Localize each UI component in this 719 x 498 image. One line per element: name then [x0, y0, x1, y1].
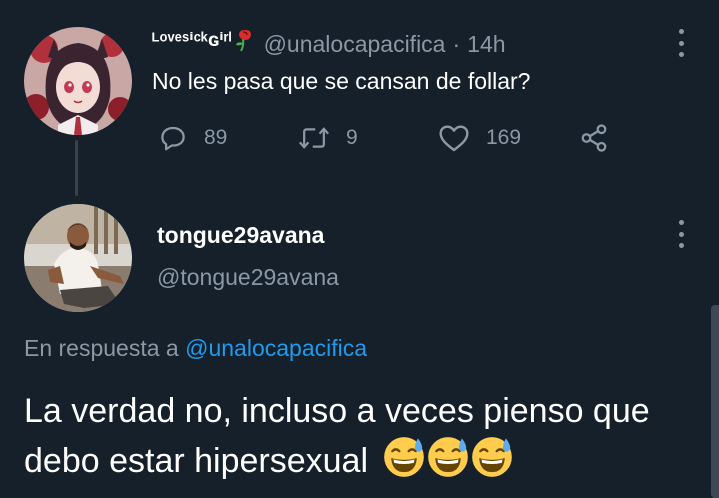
- main-tweet-body: La verdad no, incluso a veces pienso que…: [24, 386, 694, 492]
- like-count: 169: [486, 126, 522, 149]
- scrollbar[interactable]: [711, 305, 719, 498]
- retweet-button[interactable]: 9: [298, 120, 358, 156]
- parent-timestamp[interactable]: 14h: [467, 31, 505, 58]
- grinning-sweat-face-icon: [383, 437, 427, 486]
- grinning-sweat-face-icon: [427, 437, 471, 486]
- wilted-rose-icon: [234, 28, 254, 57]
- tweet-thread-page: ᴸᵒᵛᵉˢⁱᶜᵏɢⁱʳˡ @unalocapacifica · 14h No l…: [0, 0, 719, 498]
- parent-avatar[interactable]: [24, 27, 132, 135]
- parent-tweet-header: ᴸᵒᵛᵉˢⁱᶜᵏɢⁱʳˡ @unalocapacifica · 14h: [152, 28, 506, 60]
- reply-context: En respuesta a @unalocapacifica: [24, 335, 367, 362]
- share-button[interactable]: [578, 120, 610, 156]
- main-display-name[interactable]: tongue29avana: [157, 222, 324, 249]
- reply-mention-link[interactable]: @unalocapacifica: [185, 335, 367, 361]
- reply-count: 89: [204, 126, 228, 149]
- parent-tweet-text: No les pasa que se cansan de follar?: [152, 68, 531, 94]
- parent-tweet-actions: 89 9 169: [158, 120, 628, 156]
- main-handle[interactable]: @tongue29avana: [157, 264, 339, 291]
- main-tweet-text: La verdad no, incluso a veces pienso que…: [24, 392, 650, 480]
- emoji-row: [383, 436, 515, 492]
- more-vertical-icon[interactable]: [676, 29, 686, 57]
- grinning-sweat-face-icon: [471, 437, 515, 486]
- thread-connector-line: [75, 140, 78, 196]
- more-vertical-icon[interactable]: [676, 220, 686, 248]
- separator-dot: ·: [452, 30, 461, 57]
- parent-handle[interactable]: @unalocapacifica: [264, 31, 446, 58]
- retweet-icon: [299, 127, 329, 149]
- reply-prefix: En respuesta a: [24, 335, 179, 361]
- share-icon: [581, 124, 607, 152]
- main-avatar[interactable]: [24, 204, 132, 312]
- parent-display-name[interactable]: ᴸᵒᵛᵉˢⁱᶜᵏɢⁱʳˡ: [152, 29, 232, 52]
- reply-bubble-icon: [161, 126, 185, 151]
- like-button[interactable]: 169: [438, 120, 521, 156]
- heart-icon: [439, 125, 469, 152]
- reply-button[interactable]: 89: [158, 120, 227, 156]
- retweet-count: 9: [346, 126, 358, 149]
